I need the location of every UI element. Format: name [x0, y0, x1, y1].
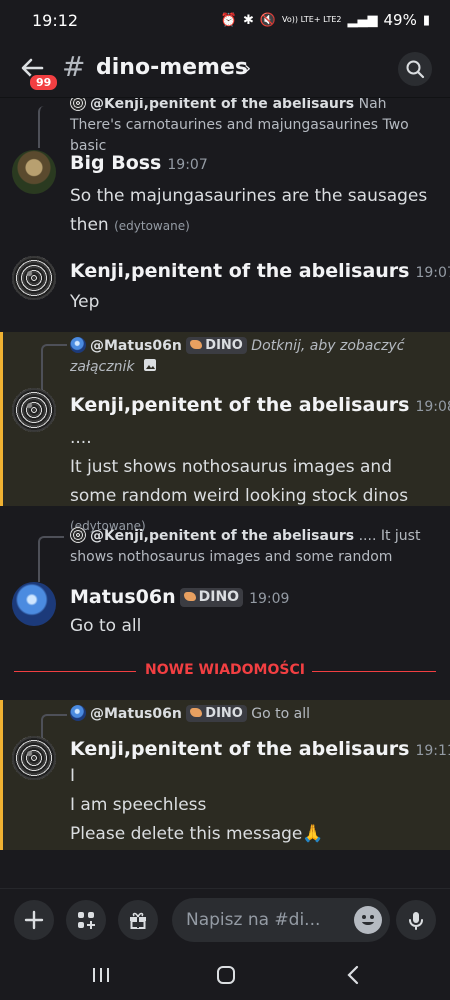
edited-label: (edytowane)	[114, 219, 190, 233]
reply-preview[interactable]: @Matus06n DINO Dotknij, aby zobaczyć zał…	[70, 336, 435, 378]
message-author[interactable]: Matus06n DINO 19:09	[70, 586, 289, 608]
reply-author: @Matus06n	[90, 338, 182, 354]
message: @Kenji,penitent of the abelisaurs .... I…	[0, 518, 450, 648]
message-author[interactable]: Kenji,penitent of the abelisaurs19:07	[70, 260, 450, 282]
message-highlighted: @Matus06n DINO Go to all Kenji,penitent …	[0, 700, 450, 850]
voice-button[interactable]	[396, 900, 436, 940]
hash-icon: #	[62, 50, 86, 83]
gift-button[interactable]	[118, 900, 158, 940]
reply-preview[interactable]: @Matus06n DINO Go to all	[70, 704, 435, 725]
message-highlighted: @Matus06n DINO Dotknij, aby zobaczyć zał…	[0, 332, 450, 533]
reply-preview[interactable]: @Kenji,penitent of the abelisaurs .... I…	[70, 526, 435, 568]
message-text: Yep	[70, 292, 100, 312]
bluetooth-icon: ✱	[242, 12, 254, 28]
dino-tag: DINO	[186, 337, 247, 354]
image-icon	[143, 359, 156, 371]
message: @Kenji,penitent of the abelisaurs Nah Th…	[0, 98, 450, 154]
composer	[0, 888, 450, 950]
message-time: 19:11	[415, 743, 450, 759]
search-icon	[406, 60, 425, 79]
chevron-right-icon[interactable]: ›	[244, 58, 251, 79]
add-attachment-button[interactable]	[14, 900, 54, 940]
message-line: I	[70, 766, 76, 786]
message-time: 19:09	[249, 591, 290, 607]
emoji-icon	[362, 915, 374, 925]
message: Kenji,penitent of the abelisaurs19:07 Ye…	[0, 248, 450, 334]
apps-button[interactable]	[66, 900, 106, 940]
battery-icon: ▮	[422, 12, 430, 28]
microphone-icon	[409, 912, 423, 930]
unread-badge: 99	[28, 73, 60, 92]
message-author[interactable]: Big Boss 19:07	[70, 152, 208, 174]
message-time: 19:08	[415, 399, 450, 415]
dino-icon	[183, 592, 196, 601]
alarm-icon: ⏰	[220, 12, 237, 28]
network-label: Vo)) LTE+ LTE2	[282, 15, 342, 24]
message: Big Boss 19:07 So the majungasaurines are…	[0, 144, 450, 244]
reply-author: @Matus06n	[90, 706, 182, 722]
message-input[interactable]	[186, 898, 336, 942]
message-text: So the majungasaurines are the sausages …	[70, 186, 428, 235]
avatar	[70, 527, 86, 543]
avatar[interactable]	[12, 736, 56, 780]
home-button[interactable]	[211, 962, 241, 988]
dino-tag: DINO	[186, 705, 247, 722]
reply-author: @Kenji,penitent of the abelisaurs	[90, 98, 355, 112]
message-author[interactable]: Kenji,penitent of the abelisaurs19:08	[70, 394, 450, 416]
status-bar: 19:12 ⏰ ✱ 🔇 Vo)) LTE+ LTE2 ▂▄▆ 49% ▮	[0, 0, 450, 40]
message-line: ....	[70, 428, 92, 448]
dino-tag: DINO	[179, 588, 244, 607]
reply-text: Go to all	[251, 706, 311, 722]
message-line: I am speechless	[70, 795, 207, 815]
message-list[interactable]: @Kenji,penitent of the abelisaurs Nah Th…	[0, 98, 450, 888]
new-messages-divider: NOWE WIADOMOŚCI	[0, 658, 450, 684]
recent-apps-button[interactable]	[86, 962, 116, 988]
chevron-left-icon	[347, 965, 359, 985]
apps-icon	[78, 912, 95, 929]
plus-icon	[24, 910, 44, 930]
system-navbar	[0, 950, 450, 1000]
signal-icon: ▂▄▆	[347, 12, 378, 28]
dino-icon	[190, 340, 203, 349]
message-author[interactable]: Kenji,penitent of the abelisaurs19:11	[70, 738, 450, 760]
message-line: Please delete this message🙏	[70, 824, 324, 844]
message-textbox	[172, 898, 390, 942]
avatar	[70, 705, 86, 721]
folded-hands-emoji: 🙏	[302, 824, 324, 844]
status-time: 19:12	[32, 10, 79, 30]
message-text: Go to all	[70, 616, 142, 636]
gift-icon	[130, 912, 146, 929]
avatar[interactable]	[12, 256, 56, 300]
channel-name[interactable]: dino-memes	[96, 55, 248, 80]
avatar[interactable]	[12, 582, 56, 626]
emoji-button[interactable]	[354, 906, 382, 934]
recents-icon	[93, 968, 109, 982]
avatar	[70, 337, 86, 353]
new-messages-label: NOWE WIADOMOŚCI	[145, 662, 305, 678]
channel-header: 99 # dino-memes ›	[0, 40, 450, 98]
nav-back-button[interactable]	[338, 962, 368, 988]
message-text: I I am speechless Please delete this mes…	[70, 762, 440, 849]
status-icons: ⏰ ✱ 🔇 Vo)) LTE+ LTE2 ▂▄▆ 49% ▮	[221, 11, 430, 29]
dino-icon	[190, 708, 203, 717]
avatar	[70, 98, 86, 111]
avatar[interactable]	[12, 150, 56, 194]
message-time: 19:07	[167, 157, 208, 173]
mute-icon: 🔇	[259, 12, 277, 28]
message-time: 19:07	[415, 265, 450, 281]
battery-percent: 49%	[383, 11, 417, 29]
avatar[interactable]	[12, 388, 56, 432]
home-icon	[217, 966, 235, 984]
reply-author: @Kenji,penitent of the abelisaurs	[90, 528, 355, 544]
search-button[interactable]	[398, 52, 432, 86]
